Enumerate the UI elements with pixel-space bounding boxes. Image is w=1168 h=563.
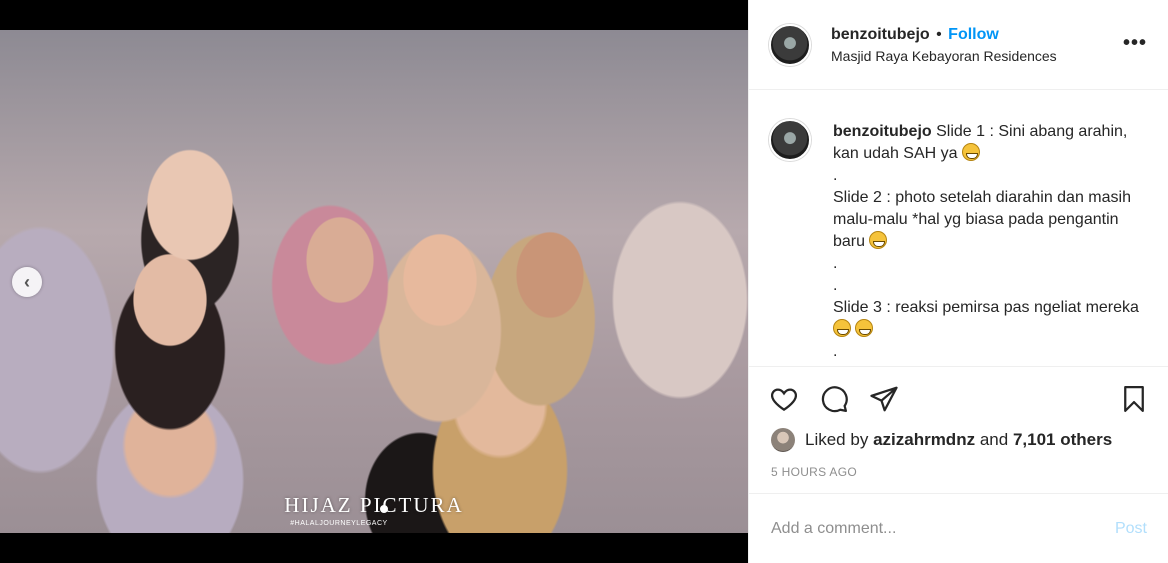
location-link[interactable]: Masjid Raya Kebayoran Residences: [831, 48, 1057, 64]
photo-watermark-sub: #HALALJOURNEYLEGACY: [290, 520, 388, 527]
likes-prefix: Liked by: [805, 430, 869, 449]
carousel-prev-button[interactable]: ‹: [12, 267, 42, 297]
liker-avatar[interactable]: [771, 428, 795, 452]
likes-count[interactable]: 7,101 others: [1013, 430, 1112, 450]
post-sidebar: benzoitubejo • Follow Masjid Raya Kebayo…: [748, 0, 1168, 563]
chevron-left-icon: ‹: [24, 271, 30, 292]
post-comment-button[interactable]: Post: [1115, 520, 1147, 538]
liker-username[interactable]: azizahrmdnz: [873, 430, 975, 450]
comment-input[interactable]: [771, 516, 1091, 542]
grimace-emoji-icon: [961, 143, 980, 161]
carousel-dot: [380, 505, 388, 513]
caption-line-2: .: [833, 167, 838, 184]
share-icon[interactable]: [869, 384, 899, 414]
comment-icon[interactable]: [819, 384, 849, 414]
caption-line-7: .: [833, 343, 838, 360]
laughing-emoji-icon: [869, 231, 888, 249]
comments-section[interactable]: benzoitubejo Slide 1 : Sini abang arahin…: [749, 91, 1168, 367]
action-bar: [749, 368, 1168, 424]
more-options-icon[interactable]: •••: [1123, 33, 1147, 53]
rofl-emoji-icon: [855, 319, 874, 337]
caption-line-3: Slide 2 : photo setelah diarahin dan mas…: [833, 187, 1153, 253]
post-media: ‹ HIJAZ PICTURA #HALALJOURNEYLEGACY: [0, 0, 748, 563]
joy-emoji-icon: [833, 319, 851, 337]
likes-summary[interactable]: Liked by azizahrmdnz and 7,101 others: [771, 428, 1112, 452]
author-avatar[interactable]: [769, 24, 811, 66]
caption-username[interactable]: benzoitubejo: [833, 123, 932, 140]
heart-icon[interactable]: [769, 384, 799, 414]
post-photo[interactable]: [0, 30, 748, 533]
caption-line-1: benzoitubejo Slide 1 : Sini abang arahin…: [833, 121, 1153, 165]
author-username[interactable]: benzoitubejo: [831, 26, 930, 43]
post-header: benzoitubejo • Follow Masjid Raya Kebayo…: [749, 0, 1168, 90]
photo-watermark: HIJAZ PICTURA: [284, 493, 464, 517]
separator-dot: •: [936, 26, 942, 43]
follow-button[interactable]: Follow: [948, 26, 999, 43]
caption-avatar[interactable]: [769, 119, 811, 161]
caption-line-6: Slide 3 : reaksi pemirsa pas ngeliat mer…: [833, 297, 1153, 341]
likes-and: and: [979, 430, 1009, 449]
bookmark-icon[interactable]: [1119, 384, 1149, 414]
caption-line-5: .: [833, 277, 838, 294]
post-timestamp[interactable]: 5 HOURS AGO: [771, 465, 857, 479]
author-line: benzoitubejo • Follow: [831, 26, 999, 44]
add-comment-bar: Post: [749, 493, 1168, 563]
caption-text-6: Slide 3 : reaksi pemirsa pas ngeliat mer…: [833, 299, 1139, 316]
caption-line-4: .: [833, 255, 838, 272]
post-caption: benzoitubejo Slide 1 : Sini abang arahin…: [833, 121, 1153, 363]
